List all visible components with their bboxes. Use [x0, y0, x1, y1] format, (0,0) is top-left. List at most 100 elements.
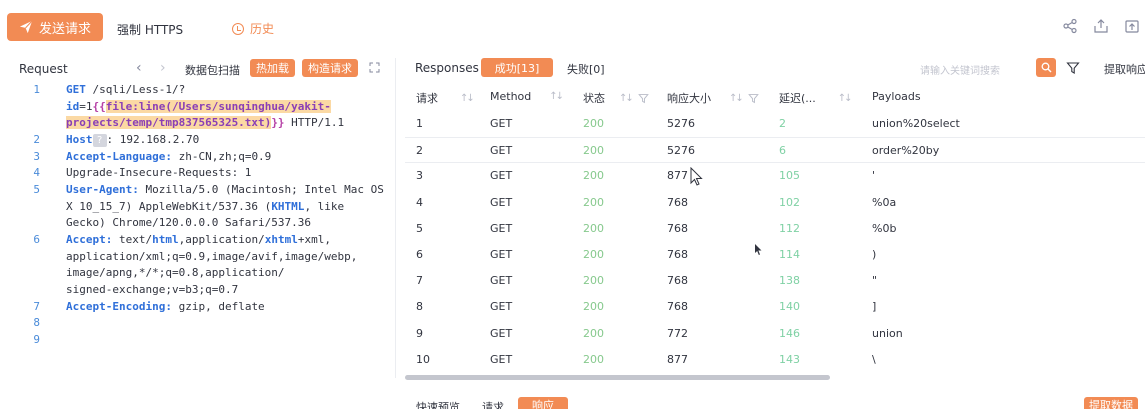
code-token: zh-CN,zh;q=0.9 — [171, 150, 272, 163]
tab-response[interactable]: 响应 — [518, 397, 568, 409]
table-row[interactable]: 5 GET 200 768 112 %0b — [405, 216, 1145, 242]
tab-request[interactable]: 请求 — [482, 399, 504, 409]
table-row[interactable]: 4 GET 200 768 102 %0a — [405, 190, 1145, 216]
line-number: 3 — [33, 150, 40, 163]
search-button[interactable] — [1036, 58, 1056, 77]
top-toolbar: 发送请求 强制 HTTPS 历史 — [0, 0, 1145, 56]
code-token: HTTP/1.1 — [284, 116, 345, 130]
filter-icon[interactable] — [637, 93, 649, 104]
table-row[interactable]: 9 GET 200 772 146 union — [405, 321, 1145, 347]
cell-request-id: 6 — [416, 247, 423, 261]
send-icon — [19, 20, 33, 34]
cell-status: 200 — [583, 117, 604, 130]
filter-icon[interactable] — [747, 93, 759, 104]
code-token: Accept-Encoding: — [66, 300, 172, 313]
keyword-search-input[interactable]: 请输入关键词搜索 — [920, 62, 1000, 77]
responses-table: 请求 ↑↓ Method ↑↓ 状态 ↑↓ 响应大小 ↑↓ 延迟(... ↑↓ … — [405, 83, 1145, 373]
sort-icon[interactable]: ↑↓ — [549, 91, 564, 102]
code-token: {{ — [92, 99, 106, 113]
extract-data-button[interactable]: 提取数据 — [1084, 397, 1138, 409]
cell-response-size: 772 — [667, 326, 688, 340]
code-line[interactable]: GET /sqli/Less-1/?id=1{{file:line(/Users… — [66, 82, 384, 132]
table-row[interactable]: 2 GET 200 5276 6 order%20by — [405, 137, 1145, 164]
build-request-button[interactable]: 构造请求 — [302, 59, 358, 77]
panel-divider[interactable] — [395, 58, 396, 378]
col-status[interactable]: 状态 ↑↓ — [583, 90, 649, 106]
table-row[interactable]: 3 GET 200 877 105 ' — [405, 163, 1145, 189]
cell-payload: ' — [872, 169, 876, 183]
clock-icon — [232, 22, 244, 35]
cell-status: 200 — [583, 274, 604, 288]
line-number: 5 — [33, 183, 40, 196]
force-https-toggle[interactable]: 强制 HTTPS — [117, 21, 183, 38]
hot-load-button[interactable]: 热加载 — [250, 59, 295, 77]
cell-request-id: 3 — [416, 169, 423, 183]
chevron-right-icon[interactable]: › — [160, 60, 166, 76]
code-token: User-Agent: — [66, 183, 139, 196]
cell-status: 200 — [583, 247, 604, 261]
code-token: gzip, deflate — [171, 300, 265, 313]
line-number: 7 — [33, 300, 40, 313]
export-icon[interactable] — [1093, 18, 1109, 34]
table-row[interactable]: 7 GET 200 768 138 " — [405, 268, 1145, 294]
code-token: xhtml — [264, 233, 298, 246]
tab-success[interactable]: 成功[13] — [481, 58, 553, 77]
code-token: id — [66, 99, 80, 113]
chevron-left-icon[interactable]: ‹ — [136, 60, 142, 76]
sort-icon[interactable]: ↑↓ — [838, 93, 853, 104]
col-request[interactable]: 请求 ↑↓ — [416, 90, 475, 106]
packet-scan-button[interactable]: 数据包扫描 — [185, 62, 240, 78]
line-number: 1 — [33, 83, 40, 96]
sort-icon[interactable]: ↑↓ — [460, 93, 475, 104]
code-token: /sqli/Less-1/? — [85, 83, 186, 96]
cell-status: 200 — [583, 352, 604, 366]
table-body: 1 GET 200 5276 2 union%20select 2 GET 200 5276 6 or… — [405, 111, 1145, 373]
share-icon[interactable] — [1062, 18, 1078, 34]
cell-method: GET — [490, 144, 513, 158]
upload-icon[interactable] — [1124, 18, 1140, 34]
cell-delay: 102 — [779, 195, 800, 209]
sort-icon[interactable]: ↑↓ — [619, 93, 634, 104]
code-token: =1 — [79, 99, 93, 113]
cell-request-id: 4 — [416, 195, 423, 209]
code-token: GET — [66, 83, 86, 96]
table-row[interactable]: 8 GET 200 768 140] — [405, 294, 1145, 320]
code-line[interactable]: User-Agent: Mozilla/5.0 (Macintosh; Inte… — [66, 182, 384, 232]
sort-icon[interactable]: ↑↓ — [729, 93, 744, 104]
col-response-size[interactable]: 响应大小 ↑↓ — [667, 90, 759, 106]
history-label: 历史 — [250, 22, 275, 36]
code-line[interactable]: Host?: 192.168.2.70 — [66, 132, 384, 149]
col-payloads[interactable]: Payloads — [872, 90, 921, 103]
cell-method: GET — [490, 352, 513, 366]
table-row[interactable]: 10 GET 200 877 143 \ — [405, 347, 1145, 373]
cell-response-size: 5276 — [667, 117, 695, 130]
history-button[interactable]: 历史 — [232, 20, 274, 37]
send-request-button[interactable]: 发送请求 — [7, 13, 103, 41]
code-line[interactable]: Accept-Language: zh-CN,zh;q=0.9 — [66, 149, 384, 166]
code-token: Accept-Language: — [66, 150, 172, 163]
table-row[interactable]: 1 GET 200 5276 2 union%20select — [405, 111, 1145, 137]
cell-delay: 143 — [779, 352, 800, 366]
tab-fail[interactable]: 失败[0] — [567, 61, 605, 77]
question-badge: ? — [92, 134, 107, 147]
fullscreen-icon[interactable] — [369, 62, 380, 73]
cell-delay: 146 — [779, 326, 800, 340]
col-delay[interactable]: 延迟(... ↑↓ — [779, 90, 853, 106]
code-token: Accept: — [66, 233, 113, 246]
code-line[interactable]: Accept-Encoding: gzip, deflate — [66, 299, 384, 316]
cell-request-id: 10 — [416, 352, 430, 366]
code-line[interactable]: Upgrade-Insecure-Requests: 1 — [66, 165, 384, 182]
line-number: 9 — [33, 333, 40, 346]
cell-response-size: 768 — [667, 274, 688, 288]
code-token: Upgrade-Insecure-Requests: 1 — [66, 166, 252, 179]
cell-method: GET — [490, 326, 513, 340]
table-row[interactable]: 6 GET 200 768 114) — [405, 242, 1145, 268]
col-method[interactable]: Method ↑↓ — [490, 90, 564, 103]
extract-response-button[interactable]: 提取响应 — [1104, 61, 1145, 77]
responses-title: Responses — [415, 61, 479, 75]
cell-status: 200 — [583, 144, 604, 158]
code-line[interactable]: Accept: text/html,application/xhtml+xml,… — [66, 232, 384, 298]
cell-payload: %0a — [872, 195, 897, 209]
filter-icon[interactable] — [1066, 61, 1080, 75]
horizontal-scrollbar[interactable] — [405, 375, 830, 380]
